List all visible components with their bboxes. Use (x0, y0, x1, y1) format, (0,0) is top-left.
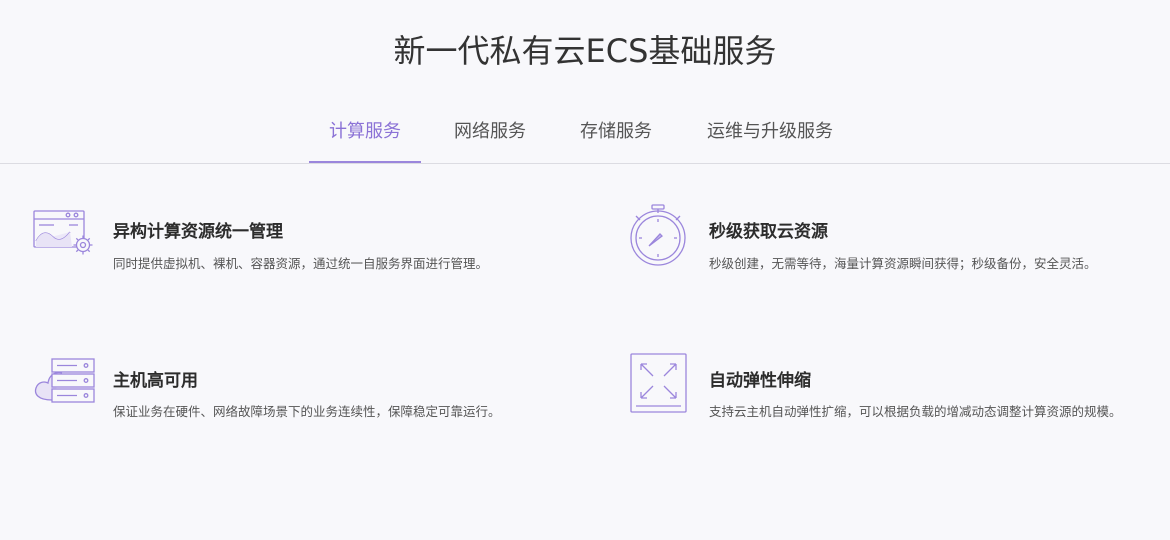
service-tabs: 计算服务 网络服务 存储服务 运维与升级服务 (0, 110, 1170, 164)
cloud-server-icon (32, 356, 96, 414)
feature-description: 秒级创建，无需等待，海量计算资源瞬间获得；秒级备份，安全灵活。 (709, 256, 1097, 271)
feature-title: 自动弹性伸缩 (709, 371, 811, 391)
feature-instant-resources: 秒级获取云资源 秒级创建，无需等待，海量计算资源瞬间获得；秒级备份，安全灵活。 (629, 204, 1159, 284)
page-title: 新一代私有云ECS基础服务 (393, 32, 777, 70)
feature-heterogeneous-management: 异构计算资源统一管理 同时提供虚拟机、裸机、容器资源，通过统一自服务界面进行管理… (32, 208, 572, 288)
tab-compute-services[interactable]: 计算服务 (309, 110, 421, 163)
feature-description: 支持云主机自动弹性扩缩，可以根据负载的增减动态调整计算资源的规模。 (709, 404, 1122, 419)
tab-storage-services[interactable]: 存储服务 (566, 110, 666, 162)
feature-description: 保证业务在硬件、网络故障场景下的业务连续性，保障稳定可靠运行。 (113, 404, 501, 419)
feature-description: 同时提供虚拟机、裸机、容器资源，通过统一自服务界面进行管理。 (113, 256, 489, 271)
dashboard-gear-icon (32, 208, 96, 262)
feature-auto-scaling: 自动弹性伸缩 支持云主机自动弹性扩缩，可以根据负载的增减动态调整计算资源的规模。 (629, 352, 1159, 452)
tab-network-services[interactable]: 网络服务 (440, 110, 540, 162)
feature-title: 秒级获取云资源 (709, 222, 828, 242)
stopwatch-icon (629, 204, 689, 270)
feature-high-availability: 主机高可用 保证业务在硬件、网络故障场景下的业务连续性，保障稳定可靠运行。 (32, 356, 572, 436)
feature-title: 主机高可用 (113, 371, 198, 391)
feature-title: 异构计算资源统一管理 (113, 222, 283, 242)
expand-arrows-icon (629, 352, 689, 418)
tab-ops-upgrade-services[interactable]: 运维与升级服务 (692, 110, 848, 162)
